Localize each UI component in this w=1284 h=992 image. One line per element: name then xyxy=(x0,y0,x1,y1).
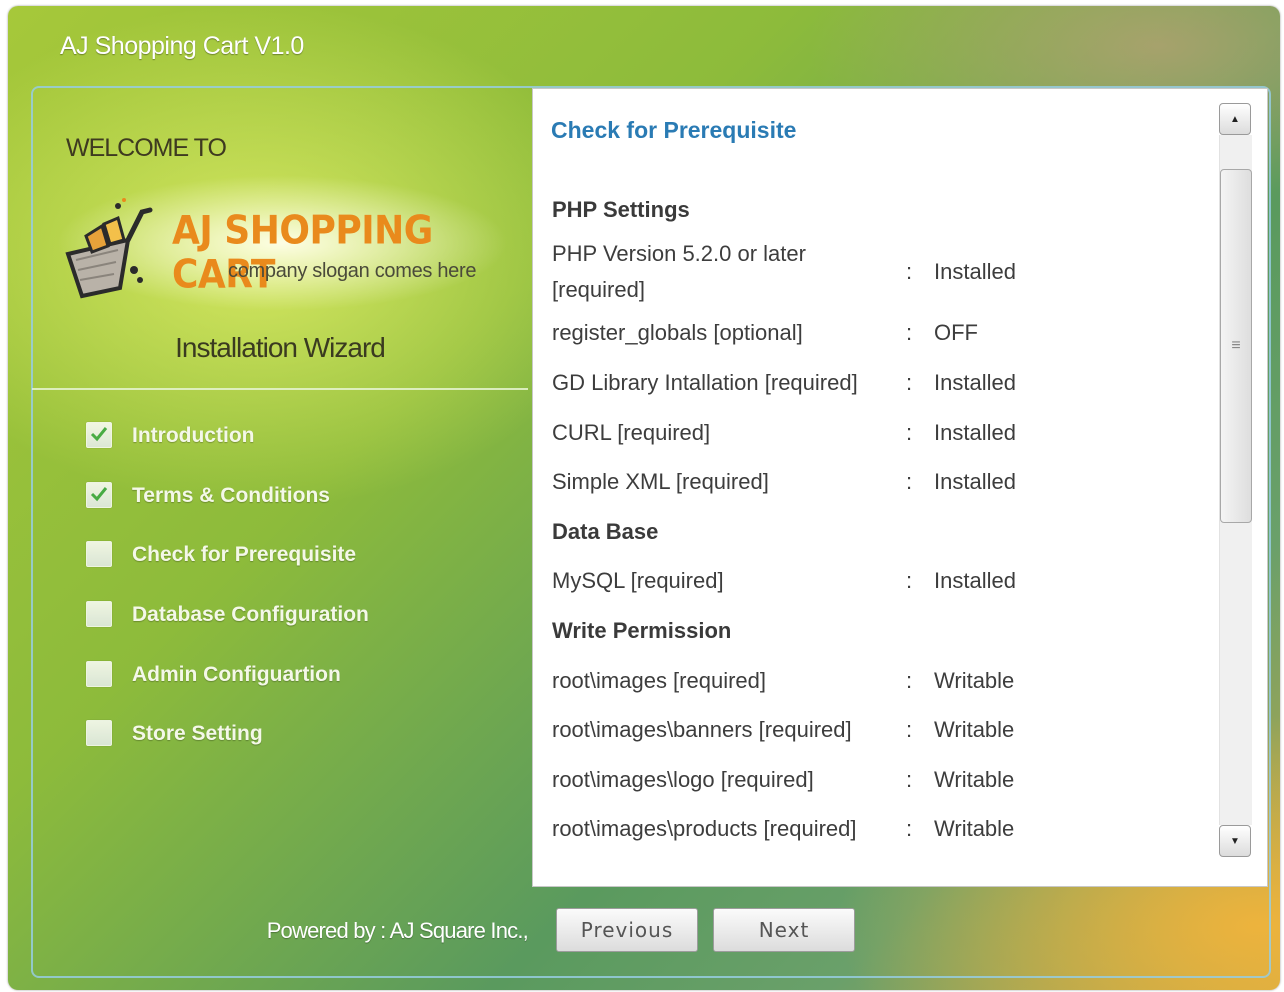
table-row: Simple XML [required] : Installed xyxy=(551,457,1191,507)
triangle-up-icon: ▲ xyxy=(1230,113,1240,125)
step-admin-configuration: Admin Configuartion xyxy=(86,660,369,721)
table-row: MySQL [required] : Installed xyxy=(551,557,1191,607)
scrollbar-track[interactable]: ≡ xyxy=(1219,135,1252,825)
requirement-status: Installed xyxy=(934,419,1016,445)
requirement-label: root\images\logo [required] xyxy=(552,766,814,792)
powered-by-text: Powered by : AJ Square Inc., xyxy=(266,918,529,943)
requirement-status: OFF xyxy=(934,320,978,346)
table-row: root\images\products [required] : Writab… xyxy=(551,805,1191,855)
logo-title: AJ SHOPPING CART xyxy=(172,208,433,298)
prerequisite-scroll-area[interactable]: Check for Prerequisite PHP Settings PHP … xyxy=(551,89,1217,866)
requirement-label: PHP Version 5.2.0 or later [required] xyxy=(552,240,806,302)
step-checkbox-unchecked xyxy=(86,541,112,568)
step-checkbox-unchecked xyxy=(86,601,112,628)
separator: : xyxy=(906,369,913,395)
table-row: GD Library Intallation [required] : Inst… xyxy=(551,358,1191,408)
vertical-scrollbar[interactable]: ▲ ≡ ▼ xyxy=(1219,103,1252,861)
section-heading: Write Permission xyxy=(552,618,732,644)
separator: : xyxy=(906,469,913,495)
separator: : xyxy=(906,258,913,284)
separator: : xyxy=(906,667,913,693)
step-label: Database Configuration xyxy=(132,603,369,627)
table-row: CURL [required] : Installed xyxy=(551,408,1191,458)
step-store-setting: Store Setting xyxy=(86,720,369,780)
requirement-label: root\images [required] xyxy=(552,667,766,693)
scroll-up-button[interactable]: ▲ xyxy=(1219,103,1251,135)
separator: : xyxy=(906,816,913,842)
table-row: root\images\banners [required] : Writabl… xyxy=(551,705,1191,755)
requirement-label: Simple XML [required] xyxy=(552,469,769,495)
step-checkbox-checked xyxy=(86,481,112,508)
sidebar: WELCOME TO AJ SHOPPING CART company slog… xyxy=(32,88,529,974)
scrollbar-thumb[interactable]: ≡ xyxy=(1220,169,1252,523)
page-title: Check for Prerequisite xyxy=(551,117,797,143)
step-label: Admin Configuartion xyxy=(132,662,341,686)
requirement-status: Writable xyxy=(934,667,1015,693)
requirement-label: root\images\products [required] xyxy=(552,816,857,842)
step-list: Introduction Terms & Conditions Check fo… xyxy=(86,422,369,780)
requirement-label: MySQL [required] xyxy=(552,568,724,594)
separator: : xyxy=(906,320,913,346)
shopping-cart-logo-icon xyxy=(65,198,153,299)
requirement-status: Installed xyxy=(934,369,1016,395)
step-label: Store Setting xyxy=(132,722,263,746)
prerequisite-table: PHP Settings PHP Version 5.2.0 or later … xyxy=(551,185,1191,866)
requirement-status: Writable xyxy=(934,816,1015,842)
triangle-down-icon: ▼ xyxy=(1230,835,1240,847)
checkmark-icon xyxy=(90,427,108,442)
prerequisite-panel[interactable]: Check for Prerequisite PHP Settings PHP … xyxy=(532,88,1268,887)
scroll-down-button[interactable]: ▼ xyxy=(1219,825,1251,857)
step-label: Introduction xyxy=(132,424,255,447)
step-terms-conditions: Terms & Conditions xyxy=(86,481,369,542)
step-checkbox-unchecked xyxy=(86,660,112,687)
step-checkbox-unchecked xyxy=(86,720,112,747)
separator: : xyxy=(906,568,913,594)
window-title: AJ Shopping Cart V1.0 xyxy=(60,32,304,60)
grip-icon: ≡ xyxy=(1231,337,1241,354)
welcome-text: WELCOME TO xyxy=(66,134,227,162)
step-label: Terms & Conditions xyxy=(132,483,330,507)
requirement-status: Writable xyxy=(934,766,1015,792)
separator: : xyxy=(906,717,913,743)
requirement-status: Installed xyxy=(934,469,1016,495)
requirement-label: CURL [required] xyxy=(552,419,711,445)
step-introduction: Introduction xyxy=(86,422,369,482)
requirement-label: register_globals [optional] xyxy=(552,320,803,346)
step-check-prerequisite: Check for Prerequisite xyxy=(86,541,369,601)
table-row: root\images\logo [required] : Writable xyxy=(551,755,1191,805)
section-heading: PHP Settings xyxy=(552,197,690,222)
logo-slogan: company slogan comes here xyxy=(228,260,477,282)
requirement-status: Writable xyxy=(934,717,1015,743)
section-heading: Data Base xyxy=(552,518,659,544)
requirement-label: root\images\products\thumb xyxy=(551,854,905,867)
requirement-label: GD Library Intallation [required] xyxy=(552,369,858,395)
sidebar-divider xyxy=(32,388,528,390)
wizard-label: Installation Wizard xyxy=(175,332,386,363)
step-checkbox-checked xyxy=(86,422,112,448)
requirement-label: root\images\banners [required] xyxy=(552,717,852,743)
table-row: root\images [required] : Writable xyxy=(551,656,1191,706)
table-row: PHP Version 5.2.0 or later [required] : … xyxy=(551,235,1191,309)
checkmark-icon xyxy=(90,486,108,501)
table-row: register_globals [optional] : OFF xyxy=(551,309,1191,359)
step-label: Check for Prerequisite xyxy=(132,543,357,567)
next-button[interactable]: Next xyxy=(713,908,855,952)
separator: : xyxy=(906,766,913,792)
installer-window: AJ Shopping Cart V1.0 WELCOME TO AJ SHOP… xyxy=(8,6,1280,990)
requirement-status: Installed xyxy=(934,568,1016,594)
separator: : xyxy=(906,419,913,445)
requirement-status: Installed xyxy=(934,258,1016,284)
step-database-configuration: Database Configuration xyxy=(86,601,369,661)
table-row-partial: root\images\products\thumb xyxy=(551,854,1191,867)
previous-button[interactable]: Previous xyxy=(556,908,698,952)
